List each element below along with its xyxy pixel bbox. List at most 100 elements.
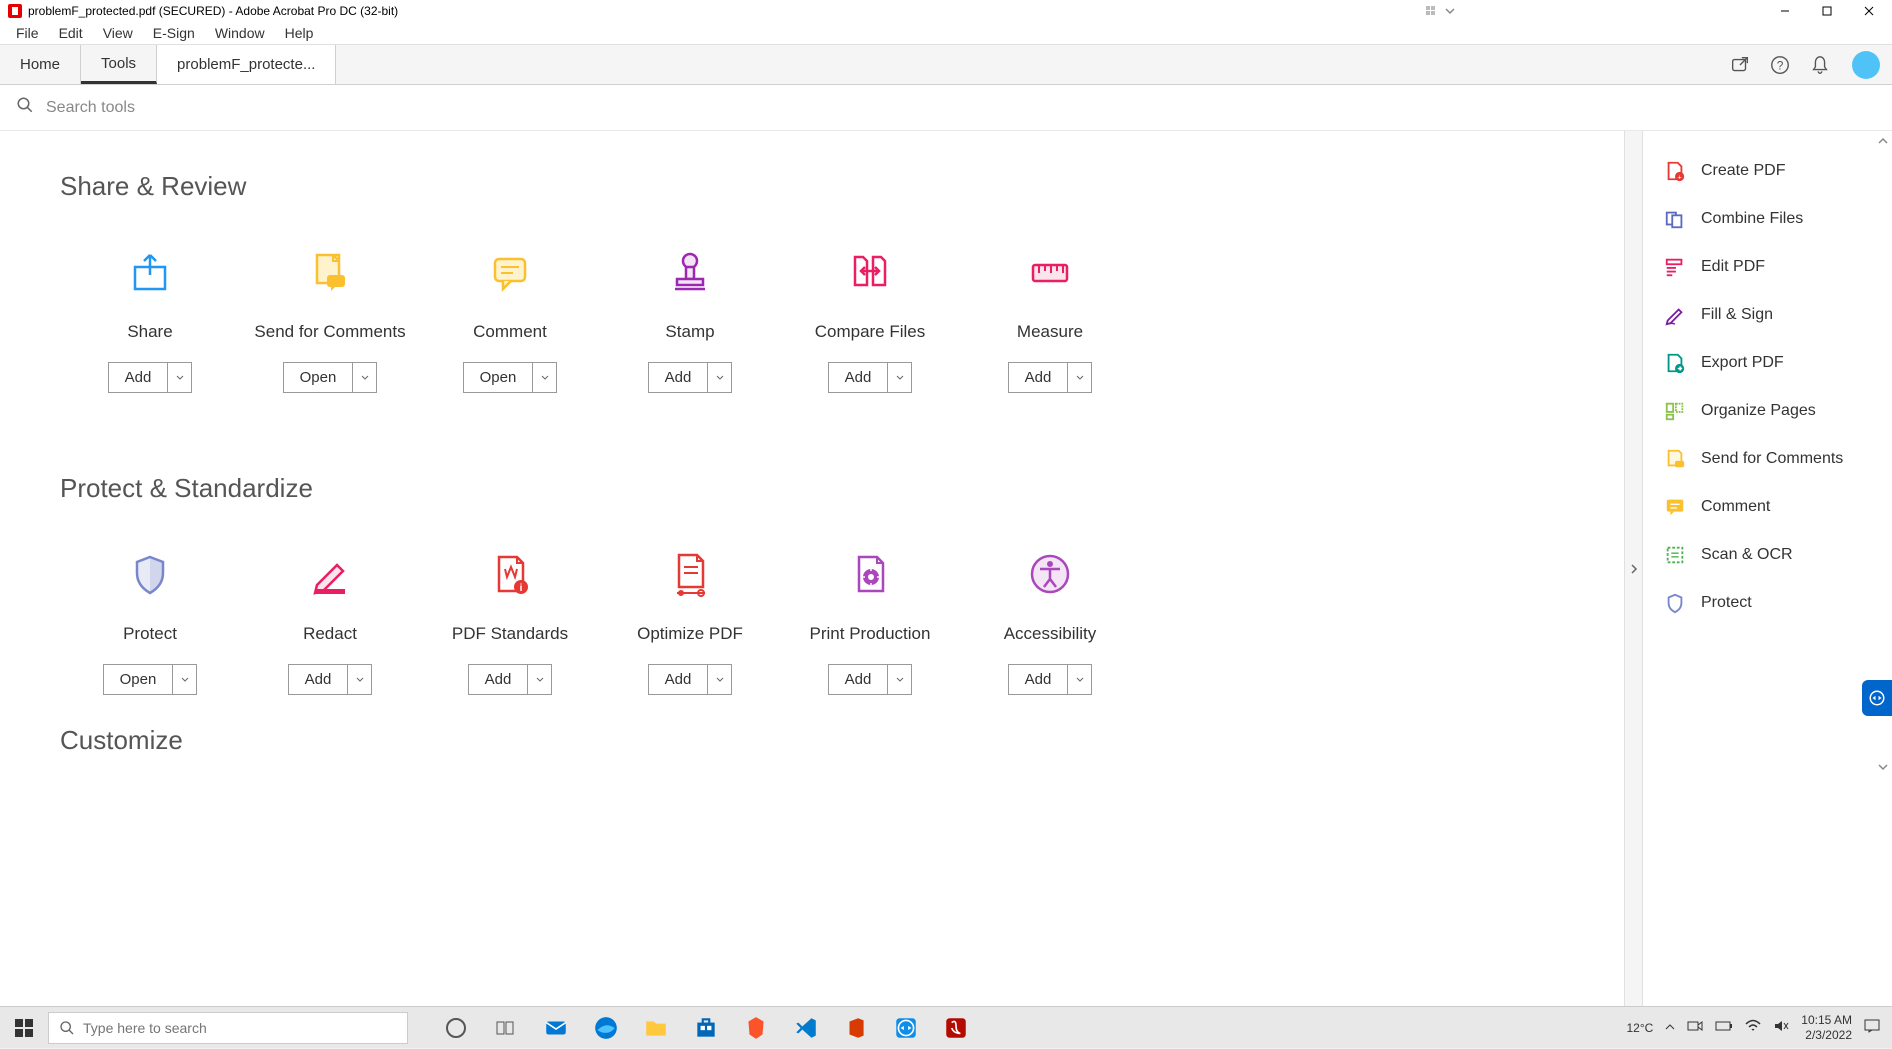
tool-add-button[interactable]: Add — [468, 664, 529, 695]
tool-card-compare[interactable]: Compare Files Add — [780, 242, 960, 393]
tool-dropdown-button[interactable] — [888, 664, 912, 695]
menu-file[interactable]: File — [6, 23, 49, 43]
tool-add-button[interactable]: Add — [648, 362, 709, 393]
tool-card-send-comments[interactable]: Send for Comments Open — [240, 242, 420, 393]
tool-dropdown-button[interactable] — [533, 362, 557, 393]
svg-text:i: i — [520, 583, 523, 594]
taskbar-mail[interactable] — [534, 1007, 578, 1049]
tool-add-button[interactable]: Add — [648, 664, 709, 695]
taskbar-acrobat[interactable] — [934, 1007, 978, 1049]
tool-card-comment[interactable]: Comment Open — [420, 242, 600, 393]
maximize-button[interactable] — [1818, 2, 1836, 20]
tool-add-button[interactable]: Add — [108, 362, 169, 393]
taskbar-search[interactable] — [48, 1012, 408, 1044]
taskbar-teamviewer[interactable] — [884, 1007, 928, 1049]
tray-wifi-icon[interactable] — [1745, 1019, 1761, 1036]
collapse-panel-button[interactable] — [1624, 131, 1642, 1006]
tool-card-redact[interactable]: Redact Add — [240, 544, 420, 695]
tool-add-button[interactable]: Add — [1008, 362, 1069, 393]
minimize-button[interactable] — [1776, 2, 1794, 20]
taskbar-edge[interactable] — [584, 1007, 628, 1049]
tool-dropdown-button[interactable] — [888, 362, 912, 393]
tray-action-center-icon[interactable] — [1864, 1019, 1880, 1036]
taskbar-task-view[interactable] — [484, 1007, 528, 1049]
tab-document[interactable]: problemF_protecte... — [157, 45, 336, 84]
search-input[interactable] — [46, 99, 1876, 117]
taskbar-search-input[interactable] — [83, 1020, 397, 1036]
start-button[interactable] — [0, 1007, 48, 1048]
tool-open-button[interactable]: Open — [463, 362, 534, 393]
tool-label: Measure — [1017, 322, 1083, 342]
tray-volume-icon[interactable] — [1773, 1019, 1789, 1036]
organize-icon — [1663, 399, 1687, 423]
user-avatar[interactable] — [1852, 51, 1880, 79]
menu-esign[interactable]: E-Sign — [143, 23, 205, 43]
tool-card-share[interactable]: Share Add — [60, 242, 240, 393]
export-pdf-icon — [1663, 351, 1687, 375]
combine-icon — [1663, 207, 1687, 231]
rp-item-protect-sm[interactable]: Protect — [1643, 579, 1892, 627]
tool-dropdown-button[interactable] — [708, 664, 732, 695]
menu-window[interactable]: Window — [205, 23, 275, 43]
rp-item-create-pdf[interactable]: +Create PDF — [1643, 147, 1892, 195]
tab-home[interactable]: Home — [0, 45, 81, 84]
tool-card-stamp[interactable]: Stamp Add — [600, 242, 780, 393]
tool-dropdown-button[interactable] — [1068, 664, 1092, 695]
tool-dropdown-button[interactable] — [708, 362, 732, 393]
rp-item-comment-sm[interactable]: Comment — [1643, 483, 1892, 531]
tool-label: Compare Files — [815, 322, 926, 342]
notifications-icon[interactable] — [1800, 45, 1840, 84]
tool-label: Print Production — [810, 624, 931, 644]
rp-item-send-comments-sm[interactable]: Send for Comments — [1643, 435, 1892, 483]
rp-label: Export PDF — [1701, 354, 1784, 372]
tool-dropdown-button[interactable] — [528, 664, 552, 695]
tool-card-optimize[interactable]: Optimize PDF Add — [600, 544, 780, 695]
tool-card-measure[interactable]: Measure Add — [960, 242, 1140, 393]
tray-meet-now-icon[interactable] — [1687, 1019, 1703, 1036]
scroll-down-arrow[interactable] — [1876, 760, 1890, 774]
section-title: Customize — [60, 725, 1564, 756]
tray-datetime[interactable]: 10:15 AM 2/3/2022 — [1801, 1013, 1852, 1042]
tool-card-pdf-standards[interactable]: i PDF Standards Add — [420, 544, 600, 695]
tool-add-button[interactable]: Add — [828, 362, 889, 393]
tool-dropdown-button[interactable] — [168, 362, 192, 393]
rp-item-organize[interactable]: Organize Pages — [1643, 387, 1892, 435]
tool-dropdown-button[interactable] — [353, 362, 377, 393]
share-action-icon[interactable] — [1720, 45, 1760, 84]
taskbar-office[interactable] — [834, 1007, 878, 1049]
menu-help[interactable]: Help — [275, 23, 324, 43]
taskbar-vscode[interactable] — [784, 1007, 828, 1049]
menu-edit[interactable]: Edit — [49, 23, 93, 43]
tool-open-button[interactable]: Open — [103, 664, 174, 695]
rp-item-export-pdf[interactable]: Export PDF — [1643, 339, 1892, 387]
rp-item-combine[interactable]: Combine Files — [1643, 195, 1892, 243]
tool-add-button[interactable]: Add — [288, 664, 349, 695]
menu-view[interactable]: View — [93, 23, 143, 43]
tool-card-accessibility[interactable]: Accessibility Add — [960, 544, 1140, 695]
compare-icon — [840, 242, 900, 302]
taskbar-brave[interactable] — [734, 1007, 778, 1049]
teamviewer-side-widget[interactable] — [1862, 680, 1892, 716]
weather-temp[interactable]: 12°C — [1626, 1021, 1653, 1035]
tray-battery-icon[interactable] — [1715, 1020, 1733, 1035]
tool-dropdown-button[interactable] — [173, 664, 197, 695]
scroll-up-arrow[interactable] — [1876, 134, 1890, 148]
taskbar-store[interactable] — [684, 1007, 728, 1049]
taskbar-cortana[interactable] — [434, 1007, 478, 1049]
tray-chevron-up-icon[interactable] — [1665, 1021, 1675, 1035]
close-button[interactable] — [1860, 2, 1878, 20]
tool-add-button[interactable]: Add — [1008, 664, 1069, 695]
tool-open-button[interactable]: Open — [283, 362, 354, 393]
tool-card-protect[interactable]: Protect Open — [60, 544, 240, 695]
tool-add-button[interactable]: Add — [828, 664, 889, 695]
rp-item-fill-sign[interactable]: Fill & Sign — [1643, 291, 1892, 339]
rp-item-scan-ocr[interactable]: Scan & OCR — [1643, 531, 1892, 579]
tool-dropdown-button[interactable] — [1068, 362, 1092, 393]
tab-tools[interactable]: Tools — [81, 45, 157, 84]
rp-item-edit-pdf[interactable]: Edit PDF — [1643, 243, 1892, 291]
tool-card-print-production[interactable]: Print Production Add — [780, 544, 960, 695]
tool-dropdown-button[interactable] — [348, 664, 372, 695]
taskbar-explorer[interactable] — [634, 1007, 678, 1049]
help-icon[interactable]: ? — [1760, 45, 1800, 84]
grid-widget-icon[interactable] — [1426, 6, 1456, 16]
